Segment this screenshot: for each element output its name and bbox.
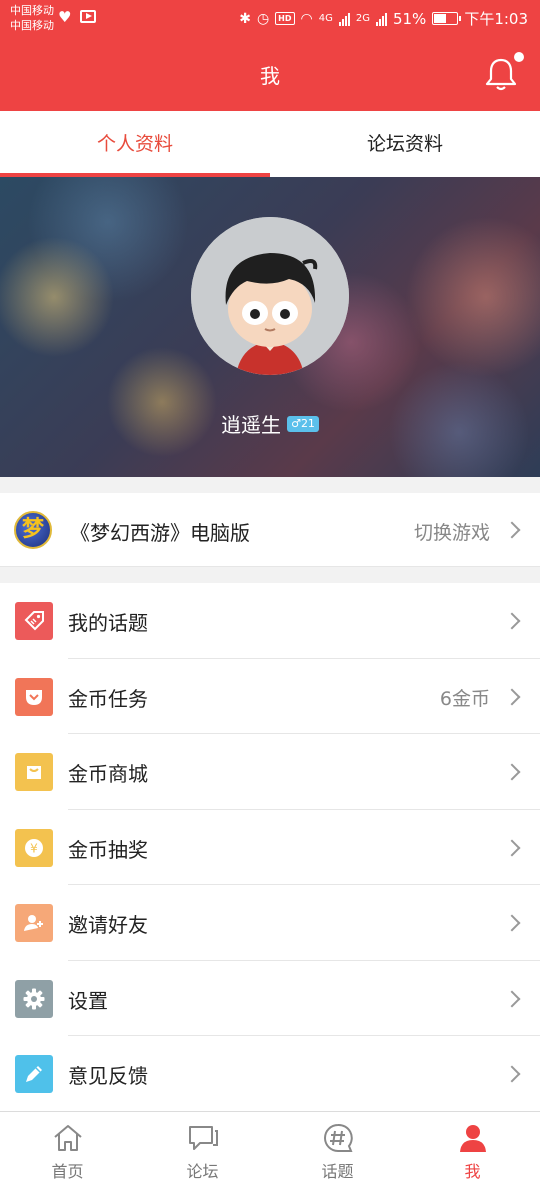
chevron-right-icon bbox=[503, 839, 521, 856]
network-4g-label: 4G bbox=[318, 13, 333, 24]
menu-label: 金币任务 bbox=[68, 686, 148, 711]
settings-menu: 我的话题 金币任务 6金币 金币商城 ¥ 金币抽奖 邀请好友 设置 意见反馈 bbox=[0, 583, 540, 1112]
game-logo-icon: 梦 bbox=[14, 511, 52, 549]
notification-bell-icon[interactable] bbox=[484, 56, 518, 92]
avatar-cartoon-image bbox=[191, 217, 349, 375]
level-value: 21 bbox=[300, 416, 315, 430]
carrier-1: 中国移动 bbox=[10, 4, 54, 17]
battery-percent: 51% bbox=[392, 9, 427, 28]
nav-label: 首页 bbox=[51, 1162, 84, 1181]
coin-lottery-icon: ¥ bbox=[15, 828, 53, 867]
pencil-icon bbox=[15, 1055, 53, 1093]
menu-label: 邀请好友 bbox=[68, 913, 148, 937]
home-icon bbox=[53, 1125, 82, 1151]
tag-icon bbox=[15, 602, 53, 640]
chevron-right-icon bbox=[503, 688, 521, 705]
tab-personal-info[interactable]: 个人资料 bbox=[0, 111, 270, 177]
username: 逍遥生 bbox=[221, 413, 282, 437]
nav-me[interactable]: 我 bbox=[405, 1112, 540, 1187]
chevron-right-icon bbox=[503, 763, 521, 781]
menu-label: 意见反馈 bbox=[68, 1064, 148, 1088]
menu-item-settings[interactable]: 设置 bbox=[0, 961, 540, 1036]
hd-icon: HD bbox=[275, 12, 295, 25]
profile-banner: 逍遥生 ♂21 bbox=[0, 177, 540, 477]
signal-icon bbox=[338, 12, 350, 26]
menu-label: 我的话题 bbox=[68, 611, 148, 635]
tab-forum-info[interactable]: 论坛资料 bbox=[270, 111, 540, 177]
chevron-right-icon bbox=[503, 521, 521, 539]
video-app-icon bbox=[80, 10, 96, 23]
battery-icon bbox=[432, 12, 462, 25]
menu-item-coin-tasks[interactable]: 金币任务 6金币 bbox=[0, 659, 540, 734]
game-switch-row[interactable]: 梦 《梦幻西游》电脑版 切换游戏 bbox=[0, 493, 540, 567]
gender-level-badge: ♂21 bbox=[287, 415, 319, 432]
chevron-right-icon bbox=[503, 1065, 521, 1083]
nav-topics[interactable]: 话题 bbox=[270, 1112, 405, 1187]
gear-icon bbox=[15, 979, 53, 1018]
game-name: 《梦幻西游》电脑版 bbox=[70, 521, 250, 545]
chevron-right-icon bbox=[503, 612, 521, 630]
menu-item-my-topics[interactable]: 我的话题 bbox=[0, 583, 540, 659]
svg-text:¥: ¥ bbox=[30, 841, 38, 855]
nav-home[interactable]: 首页 bbox=[0, 1112, 135, 1187]
status-bar: 中国移动 中国移动 ♥ ✱ ◷ HD ◠ 4G 2G 51% 下午1:03 bbox=[0, 0, 540, 38]
menu-item-coin-lottery[interactable]: ¥ 金币抽奖 bbox=[0, 810, 540, 885]
forum-chat-icon bbox=[188, 1126, 218, 1150]
menu-item-feedback[interactable]: 意见反馈 bbox=[0, 1036, 540, 1112]
chevron-right-icon bbox=[503, 914, 521, 932]
bluetooth-icon: ✱ bbox=[239, 10, 251, 27]
health-heart-icon: ♥ bbox=[58, 8, 72, 26]
carrier-2: 中国移动 bbox=[10, 19, 54, 32]
invite-friend-icon bbox=[15, 904, 53, 942]
page-title: 我 bbox=[260, 64, 280, 88]
chevron-right-icon bbox=[503, 990, 521, 1007]
clock: 下午1:03 bbox=[464, 10, 528, 28]
switch-game-label: 切换游戏 bbox=[413, 522, 490, 544]
signal-icon-2 bbox=[375, 12, 387, 26]
avatar[interactable] bbox=[191, 217, 349, 375]
alarm-icon: ◷ bbox=[256, 10, 270, 27]
carrier-info: 中国移动 中国移动 bbox=[10, 3, 54, 33]
hashtag-icon bbox=[323, 1123, 353, 1152]
menu-label: 设置 bbox=[68, 988, 108, 1013]
task-pocket-icon bbox=[15, 677, 53, 716]
bottom-nav: 首页 论坛 话题 我 bbox=[0, 1111, 540, 1187]
menu-item-invite-friends[interactable]: 邀请好友 bbox=[0, 885, 540, 961]
menu-label: 金币抽奖 bbox=[68, 837, 148, 862]
coin-count: 6金币 bbox=[439, 687, 490, 710]
nav-label: 话题 bbox=[321, 1162, 354, 1181]
menu-item-coin-mall[interactable]: 金币商城 bbox=[0, 734, 540, 810]
wifi-icon: ◠ bbox=[300, 10, 313, 27]
profile-tabs: 个人资料 论坛资料 bbox=[0, 111, 540, 177]
male-icon: ♂ bbox=[291, 416, 301, 430]
person-icon bbox=[459, 1125, 486, 1152]
menu-label: 金币商城 bbox=[68, 762, 148, 786]
network-2g-label: 2G bbox=[355, 13, 370, 24]
notification-dot bbox=[514, 52, 524, 62]
nav-label: 我 bbox=[464, 1162, 481, 1181]
app-header: 我 bbox=[0, 38, 540, 111]
shopping-bag-icon bbox=[15, 753, 53, 791]
nav-label: 论坛 bbox=[186, 1162, 219, 1181]
nav-forum[interactable]: 论坛 bbox=[135, 1112, 270, 1187]
